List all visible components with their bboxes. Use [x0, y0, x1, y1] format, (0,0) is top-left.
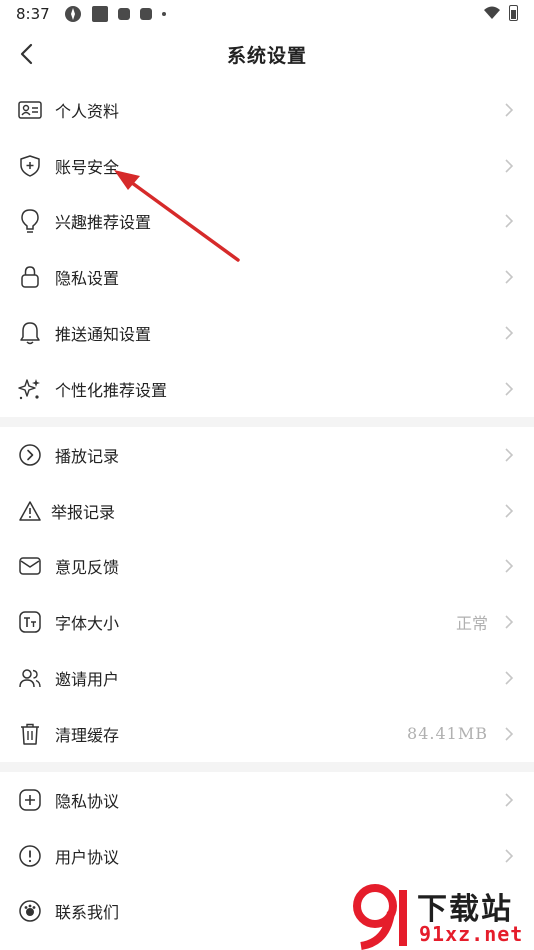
settings-item-clear-cache[interactable]: 清理缓存 84.41MB: [0, 706, 534, 762]
notification-square-icon: [139, 8, 152, 20]
chevron-right-icon: [502, 268, 516, 286]
battery-icon: [509, 5, 518, 21]
font-size-icon: [18, 610, 42, 634]
lightbulb-icon: [18, 209, 42, 234]
more-notifications-dot-icon: [161, 12, 166, 16]
envelope-icon: [18, 554, 42, 578]
warning-triangle-icon: [18, 499, 42, 523]
settings-group-account: 个人资料 账号安全 兴趣推荐设置 隐私设置 推送通知设置 个性化推荐设置: [0, 82, 534, 417]
chevron-right-icon: [502, 725, 516, 743]
settings-item-privacy[interactable]: 隐私设置: [0, 249, 534, 305]
id-card-icon: [18, 98, 42, 122]
settings-item-label: 字体大小: [55, 614, 120, 634]
page-title: 系统设置: [226, 44, 307, 67]
shield-plus-icon: [18, 154, 42, 178]
chevron-right-icon: [502, 847, 516, 865]
wifi-icon: [484, 6, 500, 19]
settings-item-label: 推送通知设置: [55, 325, 152, 345]
chevron-right-icon: [502, 669, 516, 687]
settings-item-label: 兴趣推荐设置: [55, 213, 152, 233]
header: 系统设置: [0, 28, 534, 80]
chevron-right-icon: [502, 791, 516, 809]
plus-square-icon: [18, 788, 42, 812]
chevron-left-icon: [20, 43, 33, 65]
settings-item-privacy-policy[interactable]: 隐私协议: [0, 772, 534, 828]
users-icon: [18, 666, 42, 690]
settings-item-label: 联系我们: [55, 903, 120, 923]
chevron-right-icon: [502, 101, 516, 119]
status-notification-icons: [64, 5, 166, 23]
settings-item-label: 个人资料: [55, 101, 120, 121]
settings-item-feedback[interactable]: 意见反馈: [0, 539, 534, 595]
settings-item-label: 用户协议: [55, 847, 120, 867]
settings-item-play-history[interactable]: 播放记录: [0, 427, 534, 483]
notification-square-icon: [91, 6, 108, 22]
settings-item-invite-users[interactable]: 邀请用户: [0, 650, 534, 706]
lock-icon: [18, 265, 42, 289]
play-circle-icon: [18, 443, 42, 467]
chevron-right-icon: [502, 613, 516, 631]
settings-item-interest-recommendation[interactable]: 兴趣推荐设置: [0, 194, 534, 250]
settings-group-about: 隐私协议 用户协议 联系我们: [0, 772, 534, 939]
chevron-right-icon: [502, 324, 516, 342]
exclamation-circle-icon: [18, 844, 42, 868]
settings-item-label: 邀请用户: [55, 670, 120, 690]
settings-item-profile[interactable]: 个人资料: [0, 82, 534, 138]
settings-item-push-notification[interactable]: 推送通知设置: [0, 305, 534, 361]
status-right-icons: [483, 5, 518, 21]
chevron-right-icon: [502, 557, 516, 575]
bell-icon: [18, 321, 42, 345]
chevron-right-icon: [502, 212, 516, 230]
settings-item-contact-us[interactable]: 联系我们: [0, 884, 534, 940]
section-divider: [0, 417, 534, 427]
notification-square-icon: [117, 8, 130, 20]
trash-icon: [18, 722, 42, 746]
settings-item-label: 隐私协议: [55, 791, 120, 811]
section-divider: [0, 762, 534, 772]
settings-item-label: 意见反馈: [55, 558, 120, 578]
back-button[interactable]: [10, 38, 42, 70]
font-size-value: 正常: [455, 614, 488, 634]
cache-size-value: 84.41MB: [407, 724, 488, 744]
settings-item-report-history[interactable]: 举报记录: [0, 483, 534, 539]
settings-item-font-size[interactable]: 字体大小 正常: [0, 594, 534, 650]
settings-item-label: 清理缓存: [55, 725, 120, 745]
chevron-right-icon: [502, 502, 516, 520]
sparkle-icon: [18, 377, 42, 401]
settings-item-label: 账号安全: [55, 157, 120, 177]
settings-item-label: 个性化推荐设置: [55, 380, 168, 400]
settings-group-records: 播放记录 举报记录 意见反馈 字体大小 正常 邀请用户 清理缓存 84.41MB: [0, 427, 534, 762]
chevron-right-icon: [502, 157, 516, 175]
contact-icon: [18, 899, 42, 923]
settings-item-account-security[interactable]: 账号安全: [0, 138, 534, 194]
settings-item-label: 举报记录: [51, 502, 116, 522]
chevron-right-icon: [502, 446, 516, 464]
settings-item-personalized-recommendation[interactable]: 个性化推荐设置: [0, 361, 534, 417]
settings-item-user-agreement[interactable]: 用户协议: [0, 828, 534, 884]
settings-item-label: 隐私设置: [55, 269, 120, 289]
chevron-right-icon: [502, 380, 516, 398]
app-notification-icon: [64, 6, 81, 22]
status-bar: 8:37: [0, 0, 534, 28]
status-time: 8:37: [16, 5, 50, 23]
settings-item-label: 播放记录: [55, 446, 120, 466]
